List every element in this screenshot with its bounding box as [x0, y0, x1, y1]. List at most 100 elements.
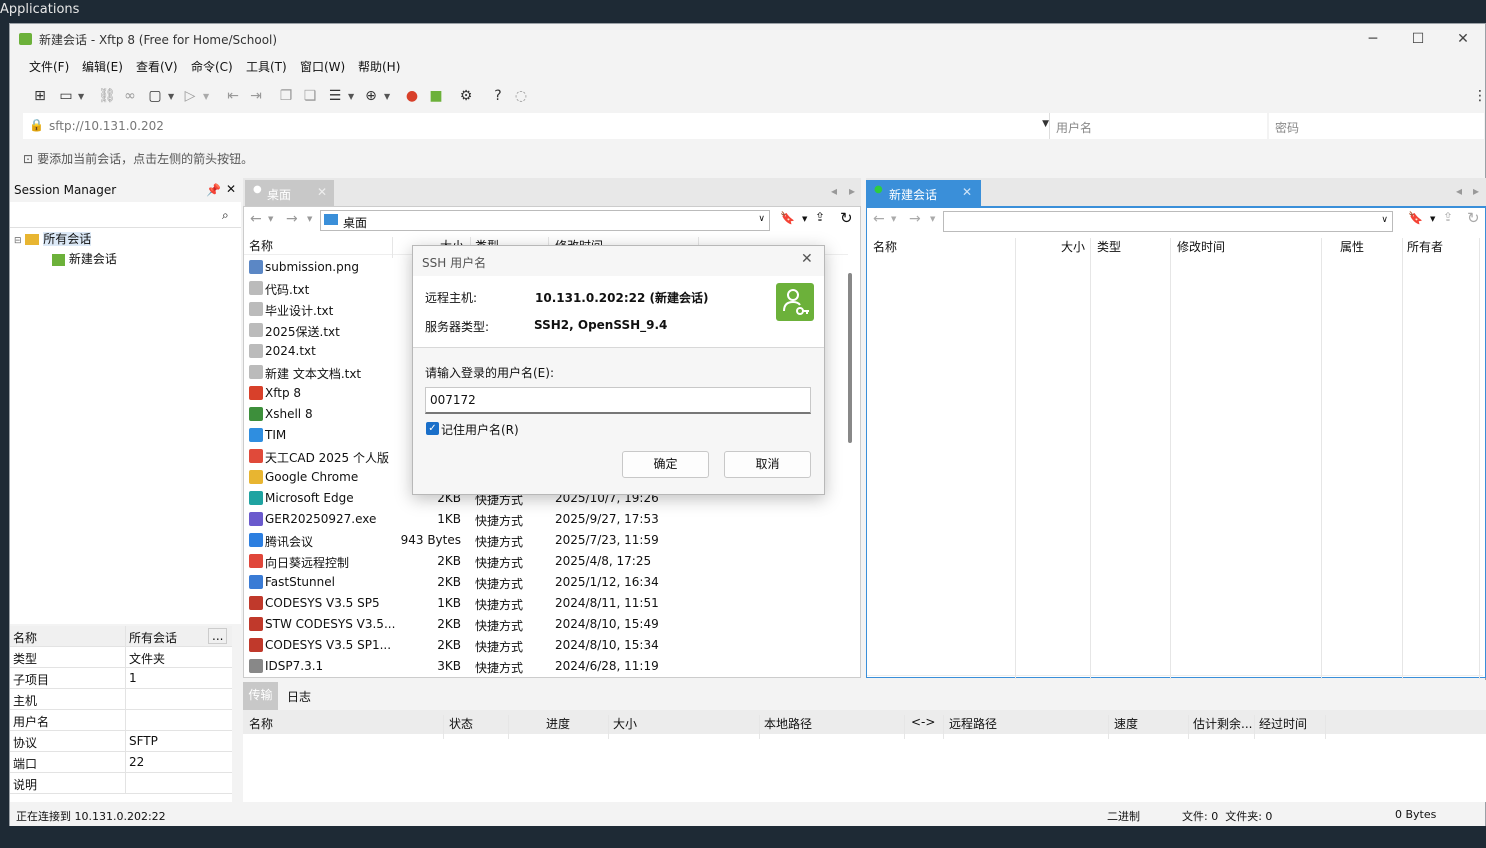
tree-root[interactable]: ⊟ 所有会话 — [14, 230, 92, 250]
tree-root-label[interactable]: 所有会话 — [43, 232, 92, 246]
col-size[interactable]: 大小 — [1061, 238, 1085, 255]
back-icon[interactable]: ← — [873, 211, 885, 227]
menu-file[interactable]: 文件(F) — [29, 58, 69, 75]
chevron-down-icon[interactable]: ▼ — [78, 92, 84, 101]
refresh-icon[interactable]: ↻ — [1467, 209, 1480, 227]
col-direction[interactable]: <-> — [911, 715, 935, 729]
local-path-input[interactable]: 桌面 ∨ — [320, 210, 770, 231]
col-size[interactable]: 大小 — [613, 715, 637, 732]
col-attr[interactable]: 属性 — [1340, 238, 1364, 255]
file-row[interactable]: 腾讯会议 943 Bytes 快捷方式 2025/7/23, 11:59 — [244, 530, 848, 551]
globe-icon[interactable]: ⊕ — [361, 86, 381, 106]
session-search[interactable]: ⌕ — [10, 204, 241, 228]
paste-icon[interactable]: ❏ — [300, 86, 320, 106]
chevron-down-icon[interactable]: ▼ — [384, 92, 390, 101]
forward-icon[interactable]: → — [286, 211, 298, 227]
chevron-down-icon[interactable]: ▼ — [1042, 119, 1049, 129]
chevron-down-icon[interactable]: ▼ — [268, 215, 273, 223]
col-date[interactable]: 修改时间 — [1177, 238, 1225, 255]
close-window-button[interactable]: ✕ — [1443, 28, 1483, 50]
chevron-left-icon[interactable]: ◂ — [831, 184, 837, 198]
menu-command[interactable]: 命令(C) — [191, 58, 233, 75]
back-icon[interactable]: ← — [250, 211, 262, 227]
col-name[interactable]: 名称 — [249, 237, 273, 254]
bookmark-icon[interactable]: 🔖 — [780, 211, 795, 225]
tab-log[interactable]: 日志 — [287, 688, 311, 705]
forward-icon[interactable]: → — [909, 211, 921, 227]
new-window-icon[interactable]: ▢ — [145, 86, 165, 106]
chevron-down-icon[interactable]: ▼ — [348, 92, 354, 101]
file-row[interactable]: CODESYS V3.5 SP1... 2KB 快捷方式 2024/8/10, 15:… — [244, 635, 848, 656]
minimize-button[interactable]: ─ — [1353, 28, 1393, 50]
close-icon[interactable]: ✕ — [226, 182, 236, 196]
more-button[interactable]: ... — [208, 628, 228, 644]
disconnect-icon[interactable]: ⛓ — [97, 86, 117, 106]
chevron-down-icon[interactable]: ▼ — [203, 92, 209, 101]
menu-tools[interactable]: 工具(T) — [246, 58, 287, 75]
close-icon[interactable]: ✕ — [317, 185, 327, 199]
chevron-down-icon[interactable]: ▼ — [802, 215, 807, 223]
tab-desktop[interactable]: ● 桌面 ✕ — [245, 180, 334, 206]
file-row[interactable]: GER20250927.exe 1KB 快捷方式 2025/9/27, 17:53 — [244, 509, 848, 530]
pin-icon[interactable]: 📌 — [206, 183, 221, 197]
upload-folder-icon[interactable]: ⇪ — [1443, 210, 1453, 224]
link-icon[interactable]: ∞ — [120, 86, 140, 106]
address-input[interactable]: sftp://10.131.0.202 — [49, 119, 164, 133]
menu-view[interactable]: 查看(V) — [136, 58, 178, 75]
tab-transfer[interactable]: 传输 — [243, 682, 278, 710]
chat-icon[interactable]: ◌ — [511, 86, 531, 106]
remember-label[interactable]: 记住用户名(R) — [441, 421, 519, 438]
username-field[interactable]: 用户名 — [1049, 113, 1267, 139]
tree-child[interactable]: 新建会话 — [52, 250, 117, 270]
add-session-icon[interactable]: ⊡ — [23, 152, 33, 166]
more-icon[interactable]: ⋮ — [1470, 86, 1486, 106]
menu-window[interactable]: 窗口(W) — [300, 58, 345, 75]
maximize-button[interactable]: ☐ — [1398, 28, 1438, 50]
chevron-down-icon[interactable]: ∨ — [758, 214, 765, 224]
file-row[interactable]: STW CODESYS V3.5... 2KB 快捷方式 2024/8/10, 15:… — [244, 614, 848, 635]
col-owner[interactable]: 所有者 — [1407, 238, 1443, 255]
password-field[interactable]: 密码 — [1269, 113, 1484, 139]
new-session-icon[interactable]: ⊞ — [30, 86, 50, 106]
refresh-icon[interactable]: ↻ — [840, 209, 853, 227]
scrollbar[interactable] — [848, 273, 852, 443]
chevron-down-icon[interactable]: ▼ — [891, 215, 896, 223]
open-folder-icon[interactable]: ▭ — [56, 86, 76, 106]
file-row[interactable]: 向日葵远程控制 2KB 快捷方式 2025/4/8, 17:25 — [244, 551, 848, 572]
collapse-icon[interactable]: ⊟ — [14, 236, 22, 246]
address-bar[interactable]: 🔒 sftp://10.131.0.202 ▼ — [23, 113, 1053, 139]
ok-button[interactable]: 确定 — [622, 451, 709, 478]
remote-path-input[interactable]: ∨ — [943, 211, 1393, 232]
username-input[interactable]: 007172 — [425, 387, 811, 414]
upload-icon[interactable]: ⇤ — [223, 86, 243, 106]
file-row[interactable]: FastStunnel 2KB 快捷方式 2025/1/12, 16:34 — [244, 572, 848, 593]
col-elapsed[interactable]: 经过时间 — [1259, 715, 1307, 732]
chevron-down-icon[interactable]: ▼ — [307, 215, 312, 223]
col-type[interactable]: 类型 — [1097, 238, 1121, 255]
col-name[interactable]: 名称 — [873, 238, 897, 255]
chevron-down-icon[interactable]: ∨ — [1381, 215, 1388, 225]
menu-edit[interactable]: 编辑(E) — [82, 58, 123, 75]
copy-icon[interactable]: ❐ — [276, 86, 296, 106]
bookmark-icon[interactable]: 🔖 — [1408, 211, 1423, 225]
play-icon[interactable]: ▷ — [180, 86, 200, 106]
chevron-left-icon[interactable]: ◂ — [1456, 184, 1462, 198]
help-icon[interactable]: ? — [488, 86, 508, 106]
close-icon[interactable]: ✕ — [962, 185, 972, 199]
col-status[interactable]: 状态 — [449, 715, 473, 732]
col-remote-path[interactable]: 远程路径 — [949, 715, 997, 732]
tree-child-label[interactable]: 新建会话 — [69, 252, 117, 266]
chevron-right-icon[interactable]: ▸ — [1473, 184, 1479, 198]
file-row[interactable]: IDSP7.3.1 3KB 快捷方式 2024/6/28, 11:19 — [244, 656, 848, 677]
xftp-icon[interactable]: ■ — [426, 86, 446, 106]
close-icon[interactable]: ✕ — [801, 251, 813, 267]
tab-new-session[interactable]: ● 新建会话 ✕ — [866, 180, 981, 206]
gear-icon[interactable]: ⚙ — [456, 86, 476, 106]
search-icon[interactable]: ⌕ — [222, 208, 229, 223]
col-local-path[interactable]: 本地路径 — [764, 715, 812, 732]
download-icon[interactable]: ⇥ — [246, 86, 266, 106]
file-row[interactable]: CODESYS V3.5 SP5 1KB 快捷方式 2024/8/11, 11:51 — [244, 593, 848, 614]
col-eta[interactable]: 估计剩余... — [1193, 715, 1252, 732]
col-name[interactable]: 名称 — [249, 715, 273, 732]
applications-menu[interactable]: Applications — [0, 2, 79, 17]
